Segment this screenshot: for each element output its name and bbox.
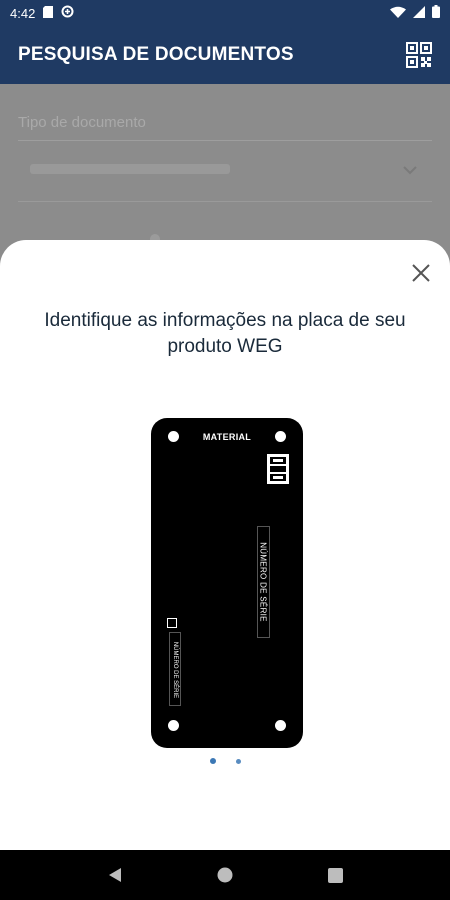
- serial-number-label-small: NÚMERO DE SÉRIE: [172, 641, 178, 699]
- page-title: PESQUISA DE DOCUMENTOS: [18, 44, 294, 65]
- divider: [18, 140, 432, 141]
- sd-card-icon: [43, 5, 54, 21]
- document-type-select[interactable]: [18, 144, 432, 202]
- app-bar: PESQUISA DE DOCUMENTOS: [0, 26, 450, 84]
- serial-number-label: NÚMERO DE SÉRIE: [258, 542, 268, 622]
- signal-icon: [413, 5, 425, 21]
- status-bar: 4:42: [0, 0, 450, 26]
- product-plate-illustration: MATERIAL NÚMERO DE SÉRIE NÚMERO DE SÉRIE: [151, 418, 303, 748]
- battery-icon: [432, 5, 440, 21]
- page-dot-active[interactable]: [209, 758, 216, 764]
- qr-code-icon[interactable]: [406, 42, 432, 68]
- select-placeholder: [30, 164, 230, 174]
- bottom-sheet: Identifique as informações na placa de s…: [0, 240, 450, 850]
- page-dot[interactable]: [235, 758, 241, 764]
- home-icon[interactable]: [215, 865, 235, 885]
- sheet-title: Identifique as informações na placa de s…: [44, 310, 406, 357]
- status-time: 4:42: [10, 5, 36, 21]
- page-indicator: [0, 758, 450, 764]
- wifi-icon: [390, 6, 406, 21]
- document-type-label: Tipo de documento: [18, 114, 146, 131]
- plate-hole: [168, 720, 179, 731]
- plate-hole: [275, 720, 286, 731]
- qr-small-icon: [167, 618, 177, 628]
- plate-material-label: MATERIAL: [202, 432, 252, 442]
- chevron-down-icon: [402, 162, 418, 180]
- recents-icon[interactable]: [325, 865, 345, 885]
- back-icon[interactable]: [105, 865, 125, 885]
- data-saver-icon: [61, 5, 74, 21]
- close-icon[interactable]: [410, 262, 432, 284]
- system-nav-bar: [0, 850, 450, 900]
- weg-logo-icon: [267, 454, 289, 484]
